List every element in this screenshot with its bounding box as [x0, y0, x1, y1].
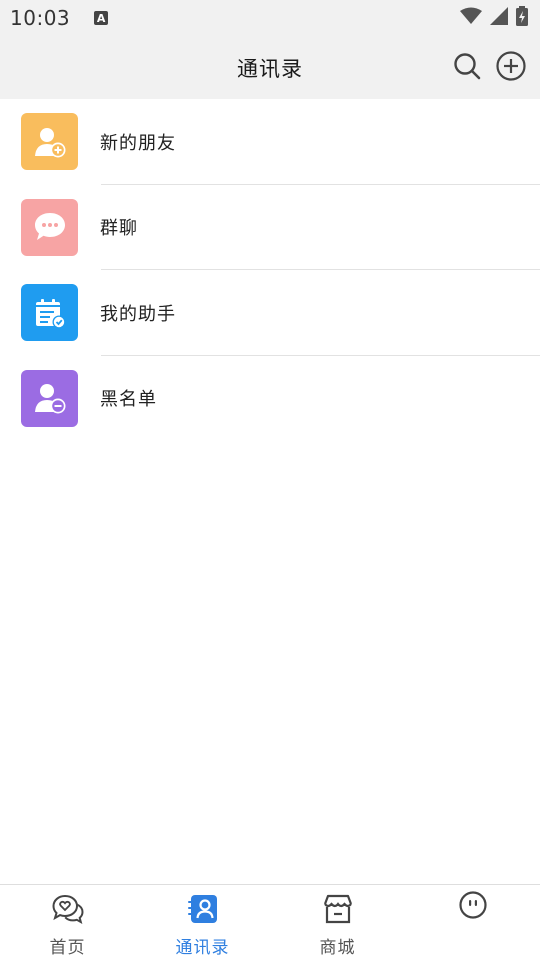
list-item-label: 新的朋友 [100, 132, 176, 154]
status-indicators [460, 6, 528, 30]
tab-label: 通讯录 [175, 938, 230, 958]
tab-store[interactable]: 商城 [270, 885, 405, 960]
signal-icon [490, 7, 508, 29]
list-item-new-friends[interactable]: 新的朋友 [0, 99, 540, 185]
page-title: 通讯录 [237, 56, 303, 81]
tab-label: 商城 [319, 938, 356, 958]
status-bar: 10:03 A [0, 0, 540, 36]
tab-contacts[interactable]: 通讯录 [135, 885, 270, 960]
battery-icon [516, 6, 528, 30]
list-item-group-chat[interactable]: 群聊 [0, 185, 540, 270]
add-friend-icon [21, 113, 78, 170]
notification-badge: A [94, 11, 109, 25]
calendar-check-icon [21, 284, 78, 341]
tab-home[interactable]: 首页 [0, 885, 135, 960]
status-time: 10:03 [10, 6, 71, 30]
remove-user-icon [21, 369, 78, 427]
list-item-label: 群聊 [100, 218, 138, 240]
wifi-icon [460, 7, 482, 29]
tab-label: 首页 [49, 938, 86, 958]
contacts-icon [187, 893, 219, 925]
list-item-blacklist[interactable]: 黑名单 [0, 356, 540, 442]
tab-profile[interactable] [405, 885, 540, 960]
list-item-label: 黑名单 [100, 389, 157, 411]
contacts-menu-list: 新的朋友 群聊 我的助手 黑名单 [0, 99, 540, 441]
store-icon [322, 893, 354, 925]
list-item-my-assistant[interactable]: 我的助手 [0, 270, 540, 356]
chat-heart-icon [51, 893, 84, 925]
search-icon[interactable] [452, 51, 482, 81]
app-header: 通讯录 [0, 36, 540, 99]
plus-circle-icon[interactable] [496, 51, 526, 81]
face-icon [457, 889, 489, 921]
bottom-tab-bar: 首页 通讯录 商城 [0, 884, 540, 960]
chat-bubble-icon [21, 198, 78, 256]
list-item-label: 我的助手 [100, 303, 176, 325]
